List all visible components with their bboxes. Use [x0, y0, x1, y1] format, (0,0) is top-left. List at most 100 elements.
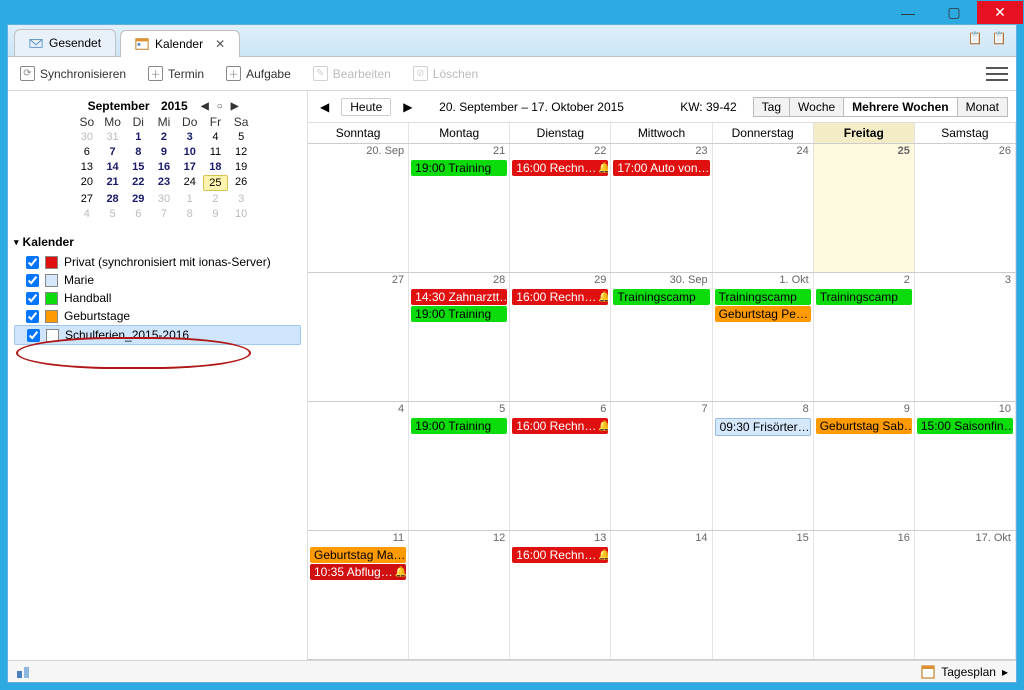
clipboard-icon[interactable]: 📋	[968, 31, 982, 45]
day-cell[interactable]: 15	[713, 531, 814, 659]
calendar-checkbox[interactable]	[27, 329, 40, 342]
mini-cal-day[interactable]: 26	[228, 175, 254, 191]
mini-cal-day[interactable]: 5	[228, 130, 254, 144]
mini-cal-day[interactable]: 24	[177, 175, 203, 191]
day-cell[interactable]: 30. SepTrainingscamp	[611, 273, 712, 401]
mini-calendar[interactable]: September 2015 ◀ ○ ▶ SoMoDiMiDoFrSa30311…	[74, 99, 254, 221]
mini-cal-day[interactable]: 11	[203, 145, 229, 159]
event[interactable]: Geburtstag Sab…	[816, 418, 912, 434]
event[interactable]: Trainingscamp	[613, 289, 709, 305]
mini-cal-day[interactable]: 22	[125, 175, 151, 191]
mini-cal-day[interactable]: 15	[125, 160, 151, 174]
mini-cal-day[interactable]: 2	[151, 130, 177, 144]
event[interactable]: Trainingscamp	[715, 289, 811, 305]
event[interactable]: 15:00 Saisonfin…	[917, 418, 1013, 434]
day-cell[interactable]: 2916:00 Rechn…🔔	[510, 273, 611, 401]
menu-button[interactable]	[986, 65, 1008, 83]
mini-cal-day[interactable]: 7	[151, 207, 177, 221]
event[interactable]: 14:30 Zahnarztt…	[411, 289, 507, 305]
calendar-row[interactable]: Schulferien_2015-2016	[14, 325, 301, 345]
event[interactable]: 16:00 Rechn…🔔	[512, 160, 608, 176]
mini-cal-day[interactable]: 14	[100, 160, 126, 174]
tagesplan-button[interactable]: Tagesplan ▸	[921, 665, 1008, 679]
mini-cal-day[interactable]: 17	[177, 160, 203, 174]
task-icon[interactable]: 📋	[992, 31, 1006, 45]
mini-cal-next[interactable]: ▶	[229, 101, 241, 112]
mini-cal-day[interactable]: 28	[100, 192, 126, 206]
calendar-row[interactable]: Geburtstage	[14, 307, 301, 325]
event[interactable]: Geburtstag Pe…	[715, 306, 811, 322]
day-cell[interactable]: 25	[814, 144, 915, 272]
mini-cal-day[interactable]: 31	[100, 130, 126, 144]
day-cell[interactable]: 2317:00 Auto von…	[611, 144, 712, 272]
day-cell[interactable]: 1015:00 Saisonfin…	[915, 402, 1016, 530]
event[interactable]: 09:30 Frisörter…	[715, 418, 811, 436]
mini-cal-today[interactable]: ○	[215, 101, 225, 112]
mini-cal-day[interactable]: 10	[228, 207, 254, 221]
day-cell[interactable]: 2814:30 Zahnarztt…19:00 Training	[409, 273, 510, 401]
mini-cal-prev[interactable]: ◀	[199, 101, 211, 112]
event[interactable]: 16:00 Rechn…🔔	[512, 289, 608, 305]
day-cell[interactable]: 1316:00 Rechn…🔔	[510, 531, 611, 659]
day-cell[interactable]: 519:00 Training	[409, 402, 510, 530]
day-cell[interactable]: 9Geburtstag Sab…	[814, 402, 915, 530]
calendar-checkbox[interactable]	[26, 292, 39, 305]
new-termin-button[interactable]: ＋Termin	[144, 63, 208, 84]
mini-cal-day[interactable]: 9	[151, 145, 177, 159]
day-cell[interactable]: 2Trainingscamp	[814, 273, 915, 401]
mini-cal-day[interactable]: 20	[74, 175, 100, 191]
next-week-button[interactable]: ▶	[399, 98, 416, 116]
calendar-checkbox[interactable]	[26, 274, 39, 287]
mini-cal-day[interactable]: 4	[203, 130, 229, 144]
mini-cal-day[interactable]: 21	[100, 175, 126, 191]
close-button[interactable]: ✕	[977, 1, 1023, 24]
day-cell[interactable]: 1. OktTrainingscampGeburtstag Pe…	[713, 273, 814, 401]
mini-cal-day[interactable]: 5	[100, 207, 126, 221]
mini-cal-day[interactable]: 13	[74, 160, 100, 174]
sync-button[interactable]: ⟳Synchronisieren	[16, 63, 130, 84]
day-cell[interactable]: 2216:00 Rechn…🔔	[510, 144, 611, 272]
calendar-row[interactable]: Marie	[14, 271, 301, 289]
event[interactable]: 19:00 Training	[411, 160, 507, 176]
mini-cal-day[interactable]: 16	[151, 160, 177, 174]
event[interactable]: 16:00 Rechn…🔔	[512, 547, 608, 563]
event[interactable]: 16:00 Rechn…🔔	[512, 418, 608, 434]
status-icon[interactable]	[16, 665, 30, 679]
calendar-row[interactable]: Privat (synchronisiert mit ionas-Server)	[14, 253, 301, 271]
today-button[interactable]: Heute	[341, 98, 391, 116]
prev-week-button[interactable]: ◀	[316, 98, 333, 116]
day-cell[interactable]: 14	[611, 531, 712, 659]
day-cell[interactable]: 11Geburtstag Ma…10:35 Abflug…🔔	[308, 531, 409, 659]
mini-cal-day[interactable]: 1	[125, 130, 151, 144]
mini-cal-day[interactable]: 4	[74, 207, 100, 221]
mini-cal-day[interactable]: 3	[177, 130, 203, 144]
mini-cal-day[interactable]: 9	[203, 207, 229, 221]
view-tag-button[interactable]: Tag	[753, 97, 790, 117]
calendar-checkbox[interactable]	[26, 310, 39, 323]
calendar-list-header[interactable]: Kalender	[14, 235, 301, 249]
mini-cal-day[interactable]: 23	[151, 175, 177, 191]
maximize-button[interactable]: ▢	[931, 1, 977, 24]
day-cell[interactable]: 26	[915, 144, 1016, 272]
day-cell[interactable]: 616:00 Rechn…🔔	[510, 402, 611, 530]
mini-cal-day[interactable]: 6	[125, 207, 151, 221]
mini-cal-day[interactable]: 12	[228, 145, 254, 159]
mini-cal-day[interactable]: 8	[125, 145, 151, 159]
event[interactable]: 10:35 Abflug…🔔	[310, 564, 406, 580]
day-cell[interactable]: 17. Okt	[915, 531, 1016, 659]
event[interactable]: 19:00 Training	[411, 306, 507, 322]
day-cell[interactable]: 4	[308, 402, 409, 530]
mini-cal-day[interactable]: 3	[228, 192, 254, 206]
mini-cal-day[interactable]: 10	[177, 145, 203, 159]
day-cell[interactable]: 24	[713, 144, 814, 272]
event[interactable]: 17:00 Auto von…	[613, 160, 709, 176]
mini-cal-day[interactable]: 8	[177, 207, 203, 221]
event[interactable]: Trainingscamp	[816, 289, 912, 305]
day-cell[interactable]: 3	[915, 273, 1016, 401]
calendar-row[interactable]: Handball	[14, 289, 301, 307]
day-cell[interactable]: 2119:00 Training	[409, 144, 510, 272]
mini-cal-day[interactable]: 19	[228, 160, 254, 174]
mini-cal-day[interactable]: 25	[203, 175, 229, 191]
mini-cal-day[interactable]: 6	[74, 145, 100, 159]
day-cell[interactable]: 12	[409, 531, 510, 659]
